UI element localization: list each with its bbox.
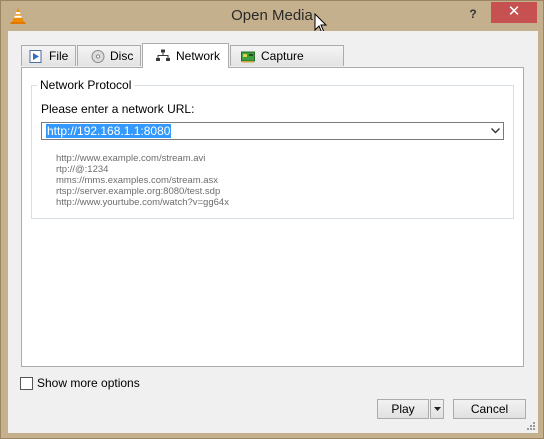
chevron-down-icon[interactable]	[491, 128, 500, 134]
tab-network[interactable]: Network	[142, 43, 229, 68]
play-dropdown-button[interactable]	[430, 399, 444, 419]
example-url: mms://mms.examples.com/stream.asx	[56, 175, 219, 186]
cancel-button[interactable]: Cancel	[453, 399, 526, 419]
show-more-options-label[interactable]: Show more options	[37, 376, 140, 390]
tab-capture-device[interactable]: Capture Device	[230, 45, 344, 83]
network-icon	[156, 49, 170, 61]
dropdown-arrow-icon	[434, 407, 441, 411]
group-title: Network Protocol	[37, 78, 135, 92]
example-url: rtsp://server.example.org:8080/test.sdp	[56, 186, 221, 197]
url-input[interactable]: http://192.168.1.1:8080	[46, 124, 172, 138]
show-more-options-checkbox[interactable]	[20, 377, 33, 390]
example-url: rtp://@:1234	[56, 164, 109, 175]
resize-grip-icon[interactable]	[526, 421, 536, 431]
title-bar[interactable]: Open Media ? ✕	[1, 1, 543, 31]
tab-network-label: Network	[176, 49, 221, 63]
tab-disc-label: Disc	[110, 49, 134, 63]
play-button[interactable]: Play	[377, 399, 429, 419]
url-examples: http://www.example.com/stream.avi rtp://…	[56, 153, 229, 208]
capture-card-icon	[241, 51, 255, 63]
help-button[interactable]: ?	[462, 5, 484, 23]
close-button[interactable]: ✕	[491, 2, 537, 23]
file-play-icon	[29, 50, 42, 63]
tab-file[interactable]: File	[21, 45, 76, 66]
disc-icon	[91, 50, 105, 63]
tab-disc[interactable]: Disc	[77, 45, 141, 66]
open-media-dialog: Open Media ? ✕ File Disc Network Capture…	[0, 0, 544, 439]
tab-file-label: File	[49, 49, 69, 63]
url-label: Please enter a network URL:	[41, 102, 195, 116]
network-url-combobox[interactable]: http://192.168.1.1:8080	[41, 122, 504, 140]
example-url: http://www.yourtube.com/watch?v=gg64x	[56, 197, 229, 208]
network-protocol-group: Network Protocol Please enter a network …	[31, 78, 514, 219]
dialog-client-area: File Disc Network Capture Network Protoc…	[8, 31, 538, 433]
example-url: http://www.example.com/stream.avi	[56, 153, 206, 164]
network-tab-panel: Network Protocol Please enter a network …	[21, 67, 524, 367]
